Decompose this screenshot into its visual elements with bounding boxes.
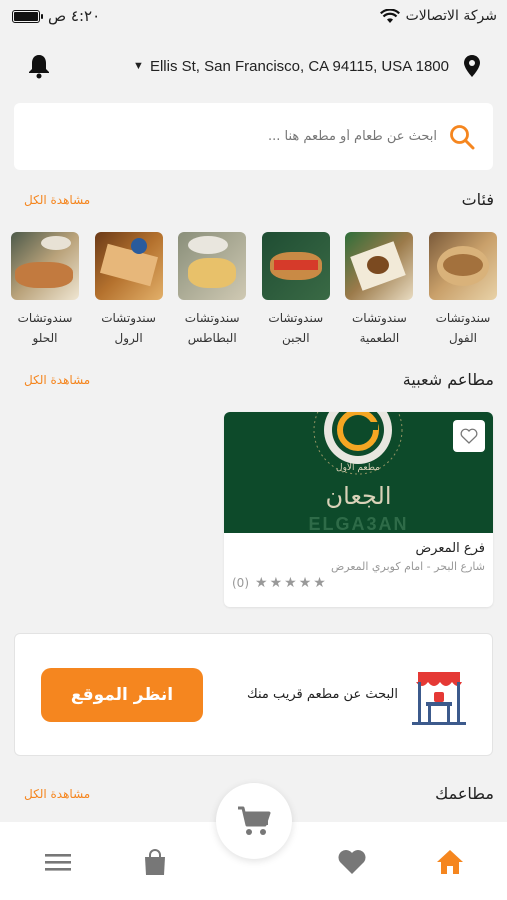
restaurant-card[interactable]: مطعم الاول الجعان ELGA3AN فرع المعرض شار… [224, 412, 493, 607]
search-bar [14, 103, 493, 170]
star-icon: ★ [284, 575, 297, 591]
view-location-button[interactable]: انظر الموقع [41, 667, 203, 722]
popular-see-all-link[interactable]: مشاهدة الكل [24, 373, 90, 387]
category-label: سندوتشات الرول [101, 311, 156, 345]
nav-favorites[interactable] [336, 846, 368, 878]
location-pin-button[interactable] [461, 53, 483, 79]
carrier-name: شركة الاتصالات [405, 8, 497, 24]
bag-icon [145, 849, 165, 875]
categories-header: مشاهدة الكل فئات [24, 190, 494, 209]
cart-icon [238, 806, 271, 835]
location-address: Ellis St, San Francisco, CA 94115, USA 1… [149, 57, 449, 75]
restaurant-banner: مطعم الاول الجعان ELGA3AN [224, 412, 493, 533]
status-bar: ٤:٢٠ ص شركة الاتصالات [0, 0, 507, 32]
category-label: سندوتشات الجبن [268, 311, 324, 345]
category-label: سندوتشات الحلو [17, 311, 73, 345]
categories-see-all-link[interactable]: مشاهدة الكل [24, 193, 90, 207]
rating-count: (0) [232, 576, 249, 590]
category-label: سندوتشات الطعمية [351, 311, 407, 345]
category-image [428, 232, 497, 300]
category-image [11, 232, 79, 300]
heart-outline-icon [460, 428, 478, 444]
battery-icon [12, 9, 43, 23]
favorite-button[interactable] [453, 420, 485, 452]
category-item-roll[interactable]: سندوتشات الرول [94, 232, 164, 348]
category-image [178, 232, 247, 300]
category-image [94, 232, 163, 300]
home-icon [437, 850, 463, 874]
category-image [345, 232, 414, 300]
clock: ٤:٢٠ ص [48, 7, 101, 25]
category-item-foul[interactable]: سندوتشات الفول [428, 232, 498, 348]
restaurant-info: فرع المعرض شارع البحر - امام كوبري المعر… [224, 533, 493, 591]
popular-header: مشاهدة الكل مطاعم شعبية [24, 370, 494, 389]
nearby-banner: انظر الموقع البحث عن مطعم قريب منك [14, 633, 493, 756]
nav-menu[interactable] [42, 846, 74, 878]
notifications-button[interactable] [24, 51, 54, 81]
location-bar: ▼ Ellis St, San Francisco, CA 94115, USA… [0, 44, 507, 88]
category-item-taameya[interactable]: سندوتشات الطعمية [344, 232, 414, 348]
location-pin-icon [464, 55, 480, 77]
categories-title: فئات [461, 190, 494, 209]
bell-icon [29, 55, 49, 79]
heart-icon [338, 850, 366, 874]
restaurants-title: مطاعمك [435, 784, 494, 803]
category-label: سندوتشات البطاطس [184, 311, 240, 345]
search-input[interactable] [57, 129, 437, 144]
svg-text:مطعم الاول: مطعم الاول [336, 463, 380, 473]
popular-title: مطاعم شعبية [402, 370, 494, 389]
location-selector[interactable]: ▼ Ellis St, San Francisco, CA 94115, USA… [54, 58, 461, 75]
restaurant-logo-ar: الجعان [325, 482, 392, 510]
search-icon[interactable] [449, 124, 475, 150]
star-icon: ★ [269, 575, 283, 591]
category-label: سندوتشات الفول [435, 311, 491, 345]
restaurants-see-all-link[interactable]: مشاهدة الكل [24, 787, 90, 801]
menu-icon [45, 854, 71, 871]
restaurant-logo-en: ELGA3AN [308, 514, 409, 533]
star-icon: ★ [255, 575, 268, 591]
status-left: ٤:٢٠ ص [12, 7, 100, 25]
status-right: شركة الاتصالات [379, 8, 497, 24]
category-image [261, 232, 330, 300]
restaurant-rating: ★ ★ ★ ★ ★ (0) [232, 575, 485, 591]
star-icon: ★ [313, 575, 326, 591]
restaurant-address: شارع البحر - امام كوبري المعرض [330, 560, 485, 573]
restaurant-name: فرع المعرض [415, 541, 485, 556]
star-icon: ★ [298, 575, 312, 591]
nav-home[interactable] [434, 846, 466, 878]
category-item-cheese[interactable]: سندوتشات الجبن [261, 232, 331, 348]
nav-orders[interactable] [139, 846, 171, 878]
category-item-potato[interactable]: سندوتشات البطاطس [177, 232, 247, 348]
shop-icon [412, 671, 466, 725]
category-item-sweet[interactable]: سندوتشات الحلو [10, 232, 80, 348]
wifi-icon [379, 8, 400, 23]
chevron-down-icon: ▼ [133, 60, 144, 72]
nearby-text: البحث عن مطعم قريب منك [247, 687, 398, 702]
cart-button[interactable] [216, 783, 292, 859]
categories-list: سندوتشات الفول سندوتشات الطعمية سندوتشات… [10, 232, 498, 348]
